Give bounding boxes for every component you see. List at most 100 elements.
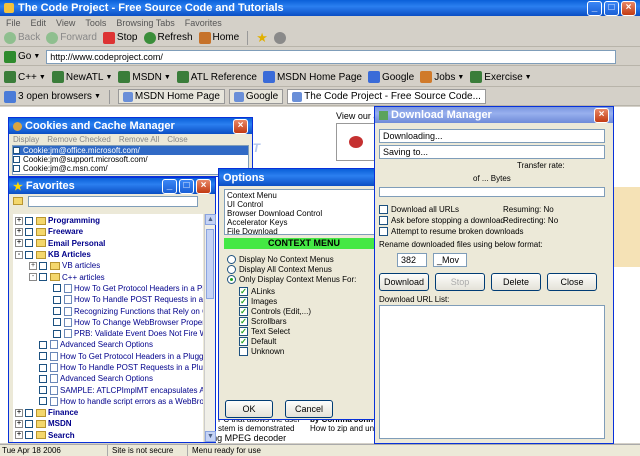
favorite-checkbox[interactable]	[39, 261, 47, 270]
checkbox[interactable]	[239, 346, 248, 356]
tab-0[interactable]: MSDN Home Page	[117, 89, 225, 104]
forward-button[interactable]: Forward	[46, 31, 97, 44]
expand-icon[interactable]: +	[29, 261, 37, 270]
link-c-[interactable]: C++ ▼	[4, 71, 46, 83]
favorites-tree-item[interactable]: How To Handle POST Requests in a Pluggab…	[15, 362, 203, 373]
scroll-up-icon[interactable]: ▲	[205, 214, 216, 225]
context-menu-check-option[interactable]: ✓ Text Select	[239, 326, 381, 336]
options-category-item[interactable]: File Download	[227, 227, 381, 236]
favorites-tree-item[interactable]: - KB Articles	[15, 249, 201, 260]
options-category-item[interactable]: Accelerator Keys	[227, 218, 381, 227]
radio-button[interactable]	[227, 264, 236, 274]
favorites-star-button[interactable]: ★	[256, 30, 268, 46]
options-cancel-button[interactable]: Cancel	[285, 400, 333, 418]
favorites-search-input[interactable]	[28, 195, 198, 207]
favorite-checkbox[interactable]	[39, 397, 47, 406]
scroll-thumb[interactable]	[206, 229, 214, 299]
favorites-tree-item[interactable]: + Finance	[15, 407, 201, 418]
context-menu-check-option[interactable]: ✓ Controls (Edit,...)	[239, 306, 381, 316]
menu-browsing-tabs[interactable]: Browsing Tabs	[116, 18, 174, 28]
favorites-tree-item[interactable]: SAMPLE: ATLCPImplMT encapsulates ATL eve…	[15, 384, 203, 395]
stop-button[interactable]: Stop	[102, 31, 138, 44]
download-all-urls-option[interactable]: Download all URLs	[379, 205, 459, 214]
cookies-menu-item[interactable]: Close	[167, 135, 187, 144]
favorites-tree-item[interactable]: - C++ articles	[15, 271, 201, 282]
rename-number-input[interactable]: 382	[397, 253, 427, 267]
checkbox[interactable]: ✓	[239, 306, 248, 316]
expand-icon[interactable]: +	[15, 431, 23, 440]
checkbox[interactable]: ✓	[239, 316, 248, 326]
cookie-row[interactable]: Cookie:jm@c.msn.com/	[13, 164, 248, 173]
favorites-tree-item[interactable]: + Programming	[15, 215, 201, 226]
context-menu-check-option[interactable]: ✓ ALinks	[239, 286, 381, 296]
favorite-checkbox[interactable]	[53, 318, 61, 327]
cookie-row[interactable]: Cookie:jm@office.microsoft.com/	[13, 146, 248, 155]
add-folder-icon[interactable]	[13, 197, 23, 205]
favorites-close-button[interactable]: ×	[196, 178, 211, 194]
link-msdn[interactable]: MSDN ▼	[118, 71, 171, 83]
cookies-menu-item[interactable]: Remove All	[119, 135, 159, 144]
options-category-list[interactable]: Context Menu UI Control Browser Download C…	[224, 189, 384, 236]
favorites-tree-item[interactable]: How To Get Protocol Headers in a Pluggab…	[15, 283, 203, 294]
back-button[interactable]: Back	[4, 31, 40, 44]
ask-before-stop-checkbox[interactable]	[379, 216, 388, 225]
checkbox[interactable]: ✓	[239, 296, 248, 306]
menu-favorites[interactable]: Favorites	[185, 18, 222, 28]
maximize-button[interactable]: □	[604, 0, 619, 16]
favorites-tree-item[interactable]: + Search	[15, 430, 201, 441]
context-menu-radio-option[interactable]: Display All Context Menus	[227, 264, 381, 274]
link-jobs[interactable]: Jobs ▼	[420, 71, 464, 83]
menu-file[interactable]: File	[6, 18, 21, 28]
favorites-tree-item[interactable]: + VB articles	[15, 260, 201, 271]
favorite-checkbox[interactable]	[39, 374, 47, 383]
expand-icon[interactable]: +	[15, 216, 23, 225]
expand-icon[interactable]: +	[15, 408, 23, 417]
options-category-item[interactable]: UI Control	[227, 200, 381, 209]
cookie-row[interactable]: Cookie:jm@support.microsoft.com/	[13, 155, 248, 164]
download-download-button[interactable]: Download	[379, 273, 429, 291]
favorites-tree-item[interactable]: PRB: Validate Event Does Not Fire When C…	[15, 328, 203, 339]
favorites-tree-item[interactable]: Advanced Search Options	[15, 373, 201, 384]
favorite-checkbox[interactable]	[53, 284, 61, 293]
download-delete-button[interactable]: Delete	[491, 273, 541, 291]
ask-before-stop-option[interactable]: Ask before stopping a download	[379, 216, 505, 225]
context-menu-check-option[interactable]: ✓ Default	[239, 336, 381, 346]
collapse-icon[interactable]: -	[15, 250, 23, 259]
favorite-checkbox[interactable]	[39, 340, 47, 349]
menu-edit[interactable]: Edit	[31, 18, 47, 28]
favorites-scrollbar[interactable]: ▲ ▼	[204, 214, 216, 442]
refresh-button[interactable]: Refresh	[143, 31, 193, 44]
radio-button[interactable]	[227, 254, 236, 264]
link-exercise[interactable]: Exercise ▼	[470, 71, 532, 83]
link-msdn-home-page[interactable]: MSDN Home Page	[262, 71, 362, 83]
context-menu-check-option[interactable]: ✓ Images	[239, 296, 381, 306]
options-category-item[interactable]: Browser Download Control	[227, 209, 381, 218]
checkbox[interactable]: ✓	[239, 286, 248, 296]
expand-icon[interactable]: +	[15, 227, 23, 236]
options-ok-button[interactable]: OK	[225, 400, 273, 418]
favorites-tree-item[interactable]: + Freeware	[15, 226, 201, 237]
favorite-checkbox[interactable]	[39, 363, 47, 372]
tab-2[interactable]: The Code Project - Free Source Code...	[287, 89, 486, 104]
tools-button[interactable]	[273, 31, 286, 44]
favorite-checkbox[interactable]	[25, 408, 33, 417]
favorites-tree-item[interactable]: Advanced Search Options	[15, 339, 201, 350]
cookies-list[interactable]: Cookie:jm@office.microsoft.com/Cookie:jm…	[12, 145, 249, 175]
favorite-checkbox[interactable]	[53, 295, 61, 304]
open-browsers-count[interactable]: 3 open browsers ▼	[4, 90, 101, 103]
collapse-icon[interactable]: -	[29, 273, 37, 282]
favorite-checkbox[interactable]	[25, 250, 33, 259]
context-menu-radio-option[interactable]: Display No Context Menus	[227, 254, 381, 264]
favorites-tree-item[interactable]: How to handle script errors as a WebBrow…	[15, 396, 203, 407]
cookies-close-button[interactable]: ×	[233, 118, 248, 134]
favorite-checkbox[interactable]	[25, 216, 33, 225]
link-atl-reference[interactable]: ATL Reference	[176, 71, 257, 83]
favorite-checkbox[interactable]	[53, 307, 61, 316]
resume-broken-option[interactable]: Attempt to resume broken downloads	[379, 227, 524, 236]
favorite-checkbox[interactable]	[39, 386, 47, 395]
download-url-list[interactable]	[379, 305, 605, 439]
favorite-checkbox[interactable]	[25, 227, 33, 236]
cookie-checkbox[interactable]	[13, 156, 20, 163]
favorite-checkbox[interactable]	[25, 239, 33, 248]
favorites-maximize-button[interactable]: □	[179, 178, 194, 194]
